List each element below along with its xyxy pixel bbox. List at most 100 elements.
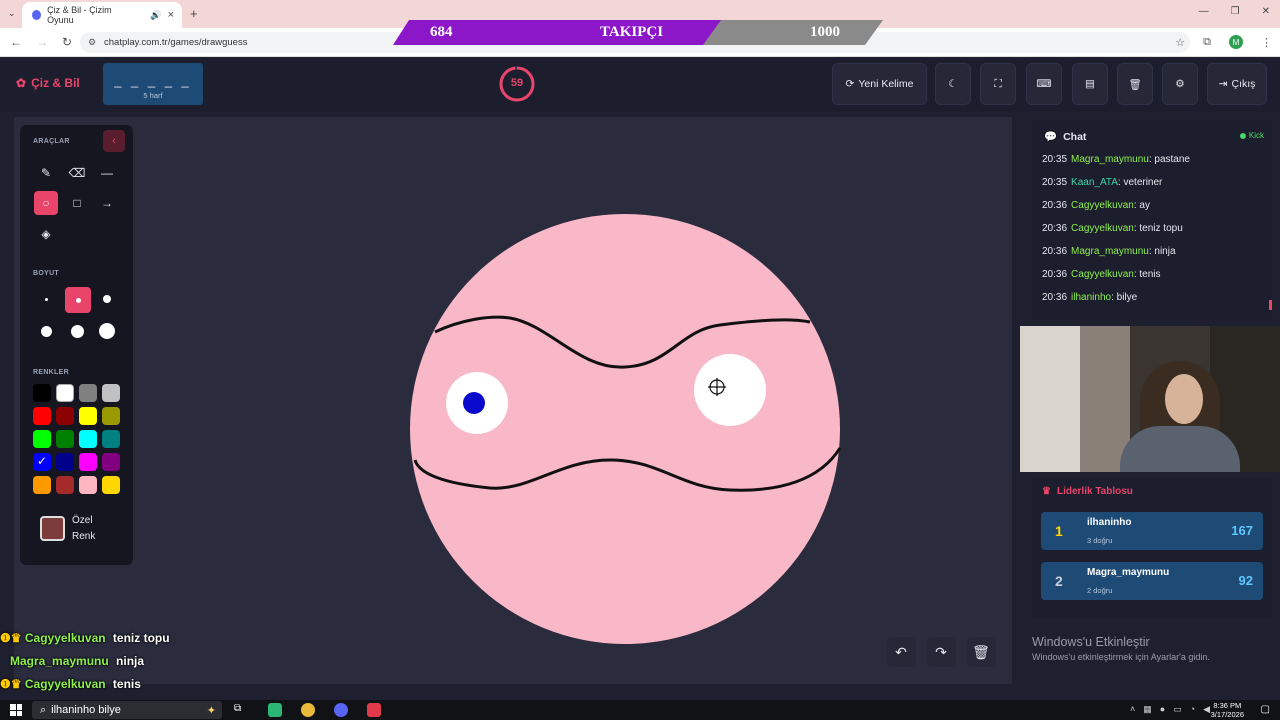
message-user[interactable]: Cagyyelkuvan — [1071, 269, 1134, 280]
arrow-tool[interactable]: → — [95, 191, 119, 215]
color-swatch[interactable] — [56, 453, 74, 471]
size-section-label: BOYUT — [33, 270, 59, 277]
color-swatch[interactable] — [56, 430, 74, 448]
color-swatch[interactable] — [56, 407, 74, 425]
clear-button[interactable]: 🗑 — [1117, 63, 1153, 105]
reload-icon[interactable]: ↻ — [62, 35, 72, 49]
color-swatch[interactable] — [102, 476, 120, 494]
paint-bucket-icon: ◈ — [41, 227, 51, 241]
notifications-icon[interactable]: ▢ — [1261, 704, 1270, 715]
color-swatch[interactable] — [56, 384, 74, 402]
new-word-button[interactable]: ⟳ Yeni Kelime — [832, 63, 927, 105]
dark-mode-button[interactable]: ☾ — [935, 63, 971, 105]
size-2-button[interactable] — [65, 287, 91, 313]
browser-menu-icon[interactable]: ⋮ — [1261, 36, 1272, 49]
chevron-up-icon[interactable]: ˄ — [1130, 704, 1135, 715]
undo-button[interactable]: ↶ — [886, 637, 916, 667]
color-swatch[interactable] — [102, 384, 120, 402]
task-view-icon[interactable]: ⧉ — [234, 703, 248, 717]
browser-tab[interactable]: Çiz & Bil - Çizim Oyunu 🔊 × — [22, 2, 182, 28]
custom-color-swatch[interactable] — [40, 516, 65, 541]
fill-tool[interactable]: ◈ — [34, 222, 58, 246]
chat-scrollbar[interactable] — [1269, 300, 1272, 310]
color-swatch[interactable] — [79, 453, 97, 471]
app-icon[interactable] — [268, 703, 282, 717]
message-text: : pastane — [1148, 154, 1190, 165]
eraser-tool[interactable]: ⌫ — [65, 161, 89, 185]
site-info-icon[interactable]: ⚙ — [88, 37, 96, 48]
logo-text: Çiz & Bil — [31, 76, 80, 90]
volume-icon[interactable]: ◀ — [1203, 704, 1210, 715]
platform-status: Kick — [1239, 131, 1264, 140]
circle-tool[interactable]: ○ — [34, 191, 58, 215]
chrome-icon[interactable] — [301, 703, 315, 717]
redo-button[interactable]: ↷ — [926, 637, 956, 667]
color-swatch[interactable] — [102, 453, 120, 471]
mic-icon[interactable]: ● — [1160, 704, 1165, 715]
size-4-button[interactable] — [34, 319, 58, 343]
profile-avatar[interactable]: M — [1229, 35, 1243, 49]
extensions-icon[interactable]: ⧉ — [1203, 36, 1211, 49]
bookmark-star-icon[interactable]: ☆ — [1175, 36, 1185, 49]
color-swatch[interactable] — [33, 476, 51, 494]
brush-tool[interactable]: ✎ — [34, 161, 58, 185]
new-tab-button[interactable]: + — [190, 6, 198, 21]
color-swatch[interactable] — [79, 430, 97, 448]
search-highlight-icon: ✦ — [206, 704, 216, 717]
tab-menu-icon[interactable]: ⌄ — [8, 8, 16, 19]
color-swatch[interactable] — [102, 430, 120, 448]
color-swatch[interactable] — [79, 407, 97, 425]
back-icon[interactable]: ← — [10, 35, 22, 49]
windows-start-icon[interactable] — [10, 704, 22, 716]
forward-icon[interactable]: → — [36, 35, 48, 49]
taskbar-search[interactable]: ⌕ ilhaninho bilye ✦ — [32, 701, 222, 719]
close-window-icon[interactable]: ✕ — [1262, 6, 1270, 17]
system-clock[interactable]: 8:36 PM 3/17/2026 — [1211, 701, 1244, 719]
message-time: 20:36 — [1042, 200, 1068, 211]
line-tool[interactable]: — — [95, 161, 119, 185]
color-swatch[interactable] — [33, 407, 51, 425]
canvas-clear-button[interactable]: 🗑 — [966, 637, 996, 667]
message-user[interactable]: Kaan_ATA — [1071, 177, 1118, 188]
color-swatch[interactable] — [33, 430, 51, 448]
arrow-right-icon: → — [101, 196, 113, 210]
message-time: 20:35 — [1042, 154, 1068, 165]
message-user[interactable]: Cagyyelkuvan — [1071, 200, 1134, 211]
archive-button[interactable]: ▤ — [1072, 63, 1108, 105]
size-1-button[interactable] — [34, 287, 58, 311]
app-logo[interactable]: ✿ Çiz & Bil — [16, 76, 80, 90]
message-user[interactable]: Cagyyelkuvan — [1071, 223, 1134, 234]
size-5-button[interactable] — [65, 319, 89, 343]
logout-button[interactable]: ⇥ Çıkış — [1207, 63, 1267, 105]
settings-button[interactable]: ⚙ — [1162, 63, 1198, 105]
rectangle-tool[interactable]: □ — [65, 191, 89, 215]
tab-close-icon[interactable]: × — [168, 9, 174, 21]
color-swatch[interactable] — [79, 384, 97, 402]
color-swatch[interactable] — [56, 476, 74, 494]
collapse-panel-button[interactable]: ‹ — [103, 130, 125, 152]
eraser-icon: ⌫ — [68, 166, 86, 180]
tab-audio-icon[interactable]: 🔊 — [150, 10, 161, 21]
color-swatch[interactable] — [33, 384, 51, 402]
app-icon-red[interactable] — [367, 703, 381, 717]
keyboard-button[interactable]: ⌨ — [1026, 63, 1062, 105]
minimize-icon[interactable]: — — [1199, 6, 1209, 17]
word-length: 5 harf — [143, 91, 163, 100]
colors-section-label: RENKLER — [33, 369, 69, 376]
message-user[interactable]: ilhaninho — [1071, 292, 1111, 303]
size-3-button[interactable] — [95, 287, 119, 311]
message-user[interactable]: Magra_maymunu — [1071, 154, 1149, 165]
message-user[interactable]: Magra_maymunu — [1071, 246, 1149, 257]
moon-icon: ☾ — [948, 78, 958, 90]
color-swatch[interactable] — [102, 407, 120, 425]
fullscreen-button[interactable]: ⛶ — [980, 63, 1016, 105]
color-swatch[interactable] — [79, 476, 97, 494]
logout-icon: ⇥ — [1218, 78, 1228, 90]
size-6-button[interactable] — [95, 319, 119, 343]
wifi-icon[interactable]: ◔ — [1190, 704, 1195, 715]
color-swatch[interactable] — [33, 453, 51, 471]
display-icon[interactable]: ▭ — [1173, 704, 1182, 715]
network-icon[interactable]: ▦ — [1143, 704, 1152, 715]
maximize-icon[interactable]: ❐ — [1231, 6, 1240, 17]
discord-icon[interactable] — [334, 703, 348, 717]
